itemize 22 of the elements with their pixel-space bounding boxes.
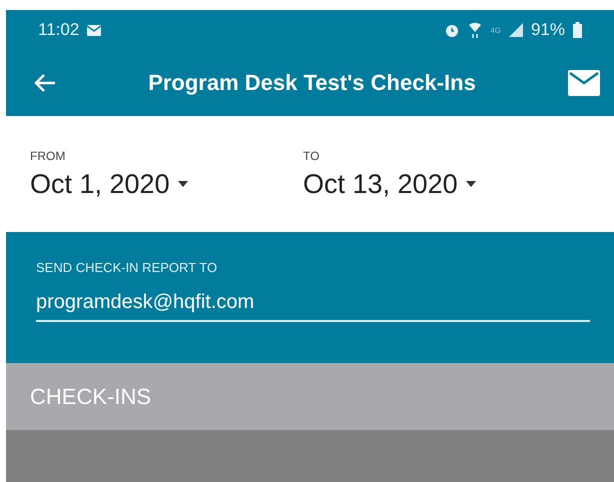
network-type: 4G: [490, 26, 501, 34]
date-label: FROM: [30, 148, 66, 162]
mail-icon: [87, 24, 102, 36]
alarm-icon: [444, 22, 460, 38]
screen-title: Program Desk Test's Check-Ins: [147, 70, 477, 96]
date-dropdown[interactable]: Oct 1, 2020: [30, 168, 303, 200]
signal-icon: [508, 23, 523, 37]
mail-icon: [568, 70, 600, 96]
date-dropdown[interactable]: Oct 13, 2020: [303, 168, 576, 200]
caret-icon: [178, 181, 188, 187]
email-field[interactable]: programdesk@hqfit.com: [36, 291, 590, 322]
section-title: CHECK-INS: [30, 384, 152, 410]
battery-icon: [573, 22, 582, 38]
battery-percent: 91%: [530, 20, 565, 40]
email-button[interactable]: [568, 70, 600, 96]
date-label: TO: [303, 148, 320, 162]
field-label: SEND CHECK-IN REPORT TO: [36, 260, 218, 275]
status-time: 11:02: [38, 20, 80, 40]
arrow-left-icon: [34, 73, 56, 93]
back-button[interactable]: [34, 73, 56, 93]
caret-icon: [466, 181, 476, 187]
wifi-icon: [468, 22, 482, 38]
